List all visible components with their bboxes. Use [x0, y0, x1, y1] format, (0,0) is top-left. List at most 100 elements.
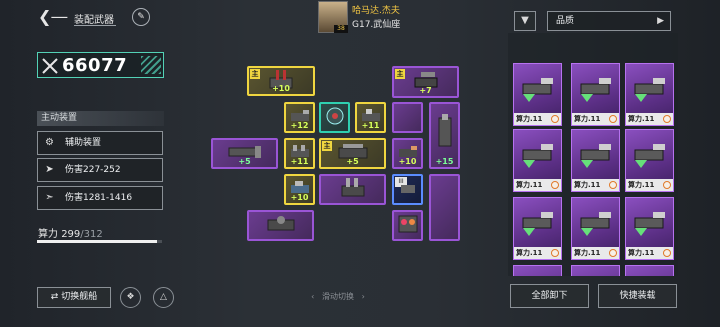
sort-label: 品质: [556, 16, 575, 26]
enhance-level: +12: [290, 121, 309, 130]
inventory-card[interactable]: 算力.11: [513, 129, 562, 192]
enhance-level: +10: [272, 84, 290, 93]
inventory-card[interactable]: 算力.11: [513, 197, 562, 260]
card-amount: .11: [530, 181, 543, 189]
enhance-level: +5: [238, 157, 251, 166]
weapon-icon: [634, 212, 665, 236]
grid-slot[interactable]: [392, 102, 423, 133]
grid-slot[interactable]: [319, 102, 350, 133]
crossed-swords-icon: [42, 58, 58, 74]
info-dot-icon[interactable]: [609, 181, 617, 189]
card-label: 算力: [516, 115, 530, 123]
title-underline: [74, 25, 116, 26]
card-amount: .11: [588, 181, 601, 189]
tower-cannon-icon: [438, 114, 451, 147]
shield-gear-icon: ⚙: [45, 137, 54, 148]
triangle-ship-icon[interactable]: △: [153, 287, 174, 308]
inventory-card[interactable]: 算力.11: [625, 265, 674, 276]
weapon-icon: [519, 274, 557, 276]
switch-ship-label: 切换舰船: [61, 292, 98, 302]
launcher-icon: [267, 216, 294, 231]
weapon-icon: [631, 274, 669, 276]
pen-icon[interactable]: ✎: [132, 8, 150, 26]
inventory-card[interactable]: 算力.11: [625, 197, 674, 260]
enhance-level: +11: [361, 121, 380, 130]
grid-slot[interactable]: +15: [429, 102, 460, 169]
enhance-level: +10: [398, 157, 417, 166]
quick-equip-button[interactable]: 快捷装载: [598, 284, 677, 308]
active-item-damage-1[interactable]: ➤ 伤害227-252: [37, 158, 163, 182]
inventory-card[interactable]: 算力.11: [513, 63, 562, 126]
info-dot-icon[interactable]: [609, 249, 617, 257]
missile-icon: ➤: [45, 164, 54, 175]
grid-slot[interactable]: +5: [211, 138, 278, 169]
swipe-hint: ‹ 滑动切换 ›: [243, 291, 433, 303]
enhance-level: +7: [419, 86, 432, 95]
switch-ship-button[interactable]: ⇄ 切换舰船: [37, 287, 111, 308]
enhance-level: +5: [346, 157, 359, 166]
weapon-icon: [577, 274, 615, 276]
player-avatar[interactable]: 38: [318, 1, 348, 33]
grid-slot[interactable]: +11: [284, 138, 315, 169]
rocket-burst-icon: ➣: [45, 192, 54, 203]
info-dot-icon[interactable]: [551, 181, 559, 189]
swipe-hint-label: 滑动切换: [322, 292, 354, 301]
inventory-card[interactable]: 算力.11: [625, 63, 674, 126]
capacity-max: /312: [80, 229, 103, 240]
filter-icon[interactable]: ▼: [514, 11, 536, 31]
info-dot-icon[interactable]: [551, 249, 559, 257]
capacity-current: 299: [61, 229, 81, 240]
active-item-damage-2[interactable]: ➣ 伤害1281-1416: [37, 186, 163, 210]
grid-slot[interactable]: +12: [284, 102, 315, 133]
enhance-level: +15: [435, 157, 454, 166]
info-dot-icon[interactable]: [551, 115, 559, 123]
card-amount: .11: [588, 115, 601, 123]
grid-slot[interactable]: [247, 210, 314, 241]
main-tag: 主: [395, 69, 405, 79]
card-label: 算力: [628, 249, 642, 257]
info-dot-icon[interactable]: [663, 115, 671, 123]
player-level: 38: [334, 25, 348, 33]
card-label: 算力: [574, 181, 588, 189]
back-arrow-icon[interactable]: ❮―: [38, 9, 67, 25]
grid-slot[interactable]: III: [392, 174, 423, 205]
ship-wing-icon[interactable]: ❖: [120, 287, 141, 308]
inventory-card[interactable]: 算力.11: [625, 129, 674, 192]
grid-slot[interactable]: +10: [392, 138, 423, 169]
grid-slot[interactable]: +10: [284, 174, 315, 205]
quality-sort-dropdown[interactable]: 品质 ▶: [547, 11, 671, 31]
card-label: 算力: [574, 115, 588, 123]
grid-slot[interactable]: [429, 174, 460, 241]
info-dot-icon[interactable]: [609, 115, 617, 123]
unload-all-button[interactable]: 全部卸下: [510, 284, 589, 308]
info-dot-icon[interactable]: [663, 181, 671, 189]
inventory-grid[interactable]: 算力.25算力.11算力.11算力.11算力.11算力.11算力.11算力.11…: [508, 33, 678, 276]
capacity-text: 算力 299/312: [38, 225, 103, 240]
inventory-card[interactable]: 算力.11: [513, 265, 562, 276]
chevron-right-icon: ›: [361, 292, 365, 301]
grid-slot[interactable]: +11: [355, 102, 386, 133]
active-item-label: 伤害1281-1416: [65, 193, 133, 203]
inventory-card[interactable]: 算力.11: [571, 197, 620, 260]
active-item-aux[interactable]: ⚙ 辅助装置: [37, 131, 163, 155]
active-item-label: 伤害227-252: [65, 165, 121, 175]
grid-slot[interactable]: 主 +7: [392, 66, 459, 98]
engine-icon: [398, 215, 417, 233]
power-display: 66077: [37, 52, 164, 78]
weapon-icon: [580, 78, 611, 102]
inventory-card[interactable]: 算力.11: [571, 129, 620, 192]
weapon-icon: [634, 144, 665, 168]
inventory-card[interactable]: 算力.11: [571, 265, 620, 276]
grid-slot[interactable]: 主 +5: [319, 138, 386, 169]
active-section-header: 主动装置: [37, 111, 164, 126]
power-value: 66077: [62, 55, 128, 76]
grid-slot[interactable]: 主 +10: [247, 66, 315, 96]
grid-slot[interactable]: [319, 174, 386, 205]
active-item-label: 辅助装置: [65, 138, 102, 148]
grid-slot[interactable]: [392, 210, 423, 241]
info-dot-icon[interactable]: [663, 249, 671, 257]
inventory-card[interactable]: 算力.11: [571, 63, 620, 126]
enhance-level: +11: [290, 157, 309, 166]
card-amount: .11: [642, 181, 655, 189]
weapon-icon: [580, 144, 611, 168]
